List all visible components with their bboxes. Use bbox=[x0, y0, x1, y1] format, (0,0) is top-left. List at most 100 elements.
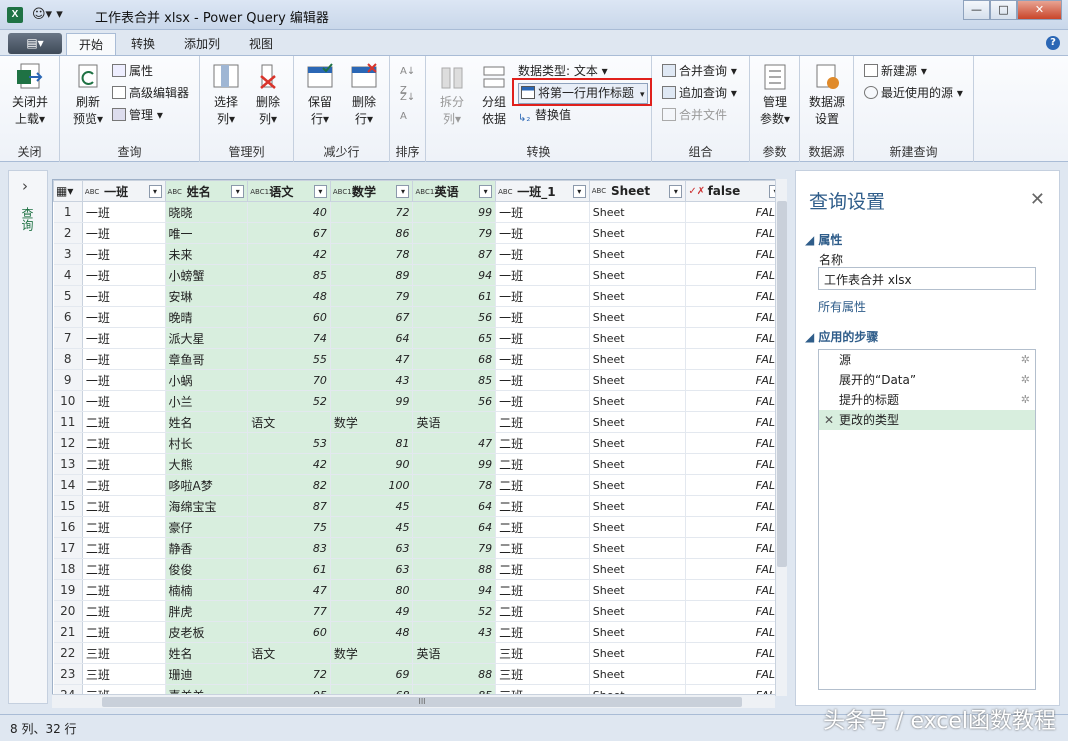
table-cell[interactable]: 70 bbox=[247, 369, 331, 391]
row-number[interactable]: 23 bbox=[53, 663, 83, 685]
table-row[interactable]: 6 一班 晚晴 60 67 56 一班 Sheet FALS bbox=[53, 306, 786, 328]
table-row[interactable]: 1 一班 晓晓 40 72 99 一班 Sheet FALS bbox=[53, 201, 786, 223]
table-cell[interactable]: 二班 bbox=[82, 474, 166, 496]
table-cell[interactable]: FALS bbox=[685, 369, 786, 391]
applied-step[interactable]: 提升的标题 ✲ bbox=[819, 390, 1035, 410]
table-row[interactable]: 8 一班 章鱼哥 55 47 68 一班 Sheet FALS bbox=[53, 348, 786, 370]
table-cell[interactable]: FALS bbox=[685, 243, 786, 265]
table-cell[interactable]: 一班 bbox=[82, 201, 166, 223]
table-cell[interactable]: FALS bbox=[685, 537, 786, 559]
table-cell[interactable]: 二班 bbox=[82, 537, 166, 559]
table-cell[interactable]: 二班 bbox=[82, 495, 166, 517]
table-cell[interactable]: 一班 bbox=[82, 327, 166, 349]
table-cell[interactable]: 64 bbox=[330, 327, 414, 349]
expand-chevron-icon[interactable]: › bbox=[22, 177, 28, 195]
split-column-button[interactable]: 拆分 列▾ bbox=[432, 62, 472, 128]
table-cell[interactable]: 100 bbox=[330, 474, 414, 496]
table-cell[interactable]: Sheet bbox=[589, 579, 687, 601]
table-cell[interactable]: Sheet bbox=[589, 306, 687, 328]
column-type-icon[interactable]: ABC123 bbox=[250, 188, 278, 196]
recent-sources-button[interactable]: 最近使用的源 ▾ bbox=[864, 84, 963, 103]
table-cell[interactable]: FALS bbox=[685, 558, 786, 580]
table-cell[interactable]: 小蜗 bbox=[165, 369, 249, 391]
table-cell[interactable]: 88 bbox=[412, 558, 497, 580]
table-row[interactable]: 14 二班 哆啦A梦 82 100 78 二班 Sheet FALS bbox=[53, 474, 786, 496]
table-cell[interactable]: 小兰 bbox=[165, 390, 249, 412]
table-cell[interactable]: 晚晴 bbox=[165, 306, 249, 328]
table-cell[interactable]: 47 bbox=[247, 579, 331, 601]
table-cell[interactable]: 88 bbox=[412, 663, 497, 685]
all-properties-link[interactable]: 所有属性 bbox=[818, 298, 866, 315]
table-cell[interactable]: 唯一 bbox=[165, 222, 249, 244]
row-number[interactable]: 2 bbox=[53, 222, 83, 244]
close-pane-icon[interactable]: ✕ bbox=[1030, 189, 1045, 210]
row-number[interactable]: 1 bbox=[53, 201, 83, 223]
row-number[interactable]: 21 bbox=[53, 621, 83, 643]
table-cell[interactable]: 二班 bbox=[82, 453, 166, 475]
table-cell[interactable]: 一班 bbox=[495, 306, 590, 328]
table-row[interactable]: 21 二班 皮老板 60 48 43 二班 Sheet FALS bbox=[53, 621, 786, 643]
tab-home[interactable]: 开始 bbox=[66, 33, 117, 56]
column-type-icon[interactable]: ABC bbox=[498, 188, 513, 196]
row-number[interactable]: 8 bbox=[53, 348, 83, 370]
vertical-scrollbar[interactable] bbox=[775, 179, 787, 696]
filter-dropdown-icon[interactable]: ▾ bbox=[231, 185, 245, 198]
table-cell[interactable]: 64 bbox=[412, 516, 497, 538]
table-cell[interactable]: 85 bbox=[247, 264, 331, 286]
table-cell[interactable]: 80 bbox=[330, 579, 414, 601]
table-cell[interactable]: 珊迪 bbox=[165, 663, 249, 685]
table-cell[interactable]: FALS bbox=[685, 453, 786, 475]
table-cell[interactable]: 72 bbox=[330, 201, 414, 223]
choose-columns-button[interactable]: 选择 列▾ bbox=[206, 62, 246, 128]
table-cell[interactable]: 65 bbox=[412, 327, 497, 349]
table-cell[interactable]: 63 bbox=[330, 537, 414, 559]
table-cell[interactable]: 52 bbox=[412, 600, 497, 622]
filter-dropdown-icon[interactable]: ▾ bbox=[669, 185, 683, 198]
table-cell[interactable]: 一班 bbox=[82, 390, 166, 412]
table-cell[interactable]: 78 bbox=[412, 474, 497, 496]
table-cell[interactable]: 47 bbox=[412, 432, 497, 454]
table-cell[interactable]: 二班 bbox=[495, 537, 590, 559]
table-row[interactable]: 3 一班 未来 42 78 87 一班 Sheet FALS bbox=[53, 243, 786, 265]
table-cell[interactable]: 海绵宝宝 bbox=[165, 495, 249, 517]
table-row[interactable]: 19 二班 楠楠 47 80 94 二班 Sheet FALS bbox=[53, 579, 786, 601]
table-cell[interactable]: 三班 bbox=[82, 642, 166, 664]
table-cell[interactable]: Sheet bbox=[589, 222, 687, 244]
table-cell[interactable]: 一班 bbox=[495, 390, 590, 412]
applied-step[interactable]: 源 ✲ bbox=[819, 350, 1035, 370]
table-cell[interactable]: 皮老板 bbox=[165, 621, 249, 643]
table-cell[interactable]: Sheet bbox=[589, 411, 687, 433]
table-row[interactable]: 16 二班 豪仔 75 45 64 二班 Sheet FALS bbox=[53, 516, 786, 538]
quick-access-toolbar[interactable]: ☺▾ ▾ bbox=[32, 7, 63, 22]
combine-files-button[interactable]: 合并文件 bbox=[662, 106, 727, 125]
minimize-button[interactable]: — bbox=[963, 0, 990, 20]
delete-step-icon[interactable]: ✕ bbox=[824, 410, 834, 430]
step-settings-gear-icon[interactable]: ✲ bbox=[1021, 370, 1030, 390]
table-cell[interactable]: 二班 bbox=[495, 495, 590, 517]
row-number[interactable]: 13 bbox=[53, 453, 83, 475]
applied-step[interactable]: ✕ 更改的类型 bbox=[819, 410, 1035, 430]
table-cell[interactable]: 89 bbox=[330, 264, 414, 286]
table-row[interactable]: 22 三班 姓名 语文 数学 英语 三班 Sheet FALS bbox=[53, 642, 786, 664]
table-cell[interactable]: 二班 bbox=[82, 411, 166, 433]
table-cell[interactable]: 三班 bbox=[82, 663, 166, 685]
table-cell[interactable]: 83 bbox=[247, 537, 331, 559]
row-number[interactable]: 14 bbox=[53, 474, 83, 496]
applied-step[interactable]: 展开的“Data” ✲ bbox=[819, 370, 1035, 390]
table-cell[interactable]: 姓名 bbox=[165, 642, 249, 664]
table-cell[interactable]: 胖虎 bbox=[165, 600, 249, 622]
table-row[interactable]: 23 三班 珊迪 72 69 88 三班 Sheet FALS bbox=[53, 663, 786, 685]
column-header[interactable]: ABC Sheet ▾ bbox=[588, 180, 687, 202]
table-cell[interactable]: Sheet bbox=[589, 369, 687, 391]
table-cell[interactable]: 一班 bbox=[495, 264, 590, 286]
table-cell[interactable]: 一班 bbox=[82, 222, 166, 244]
filter-dropdown-icon[interactable]: ▾ bbox=[479, 185, 493, 198]
table-cell[interactable]: 90 bbox=[330, 453, 414, 475]
table-cell[interactable]: 数学 bbox=[330, 642, 414, 664]
table-row[interactable]: 12 二班 村长 53 81 47 二班 Sheet FALS bbox=[53, 432, 786, 454]
table-cell[interactable]: 47 bbox=[330, 348, 414, 370]
table-cell[interactable]: 一班 bbox=[495, 369, 590, 391]
table-cell[interactable]: 69 bbox=[330, 663, 414, 685]
table-cell[interactable]: 楠楠 bbox=[165, 579, 249, 601]
table-cell[interactable]: 64 bbox=[412, 495, 497, 517]
